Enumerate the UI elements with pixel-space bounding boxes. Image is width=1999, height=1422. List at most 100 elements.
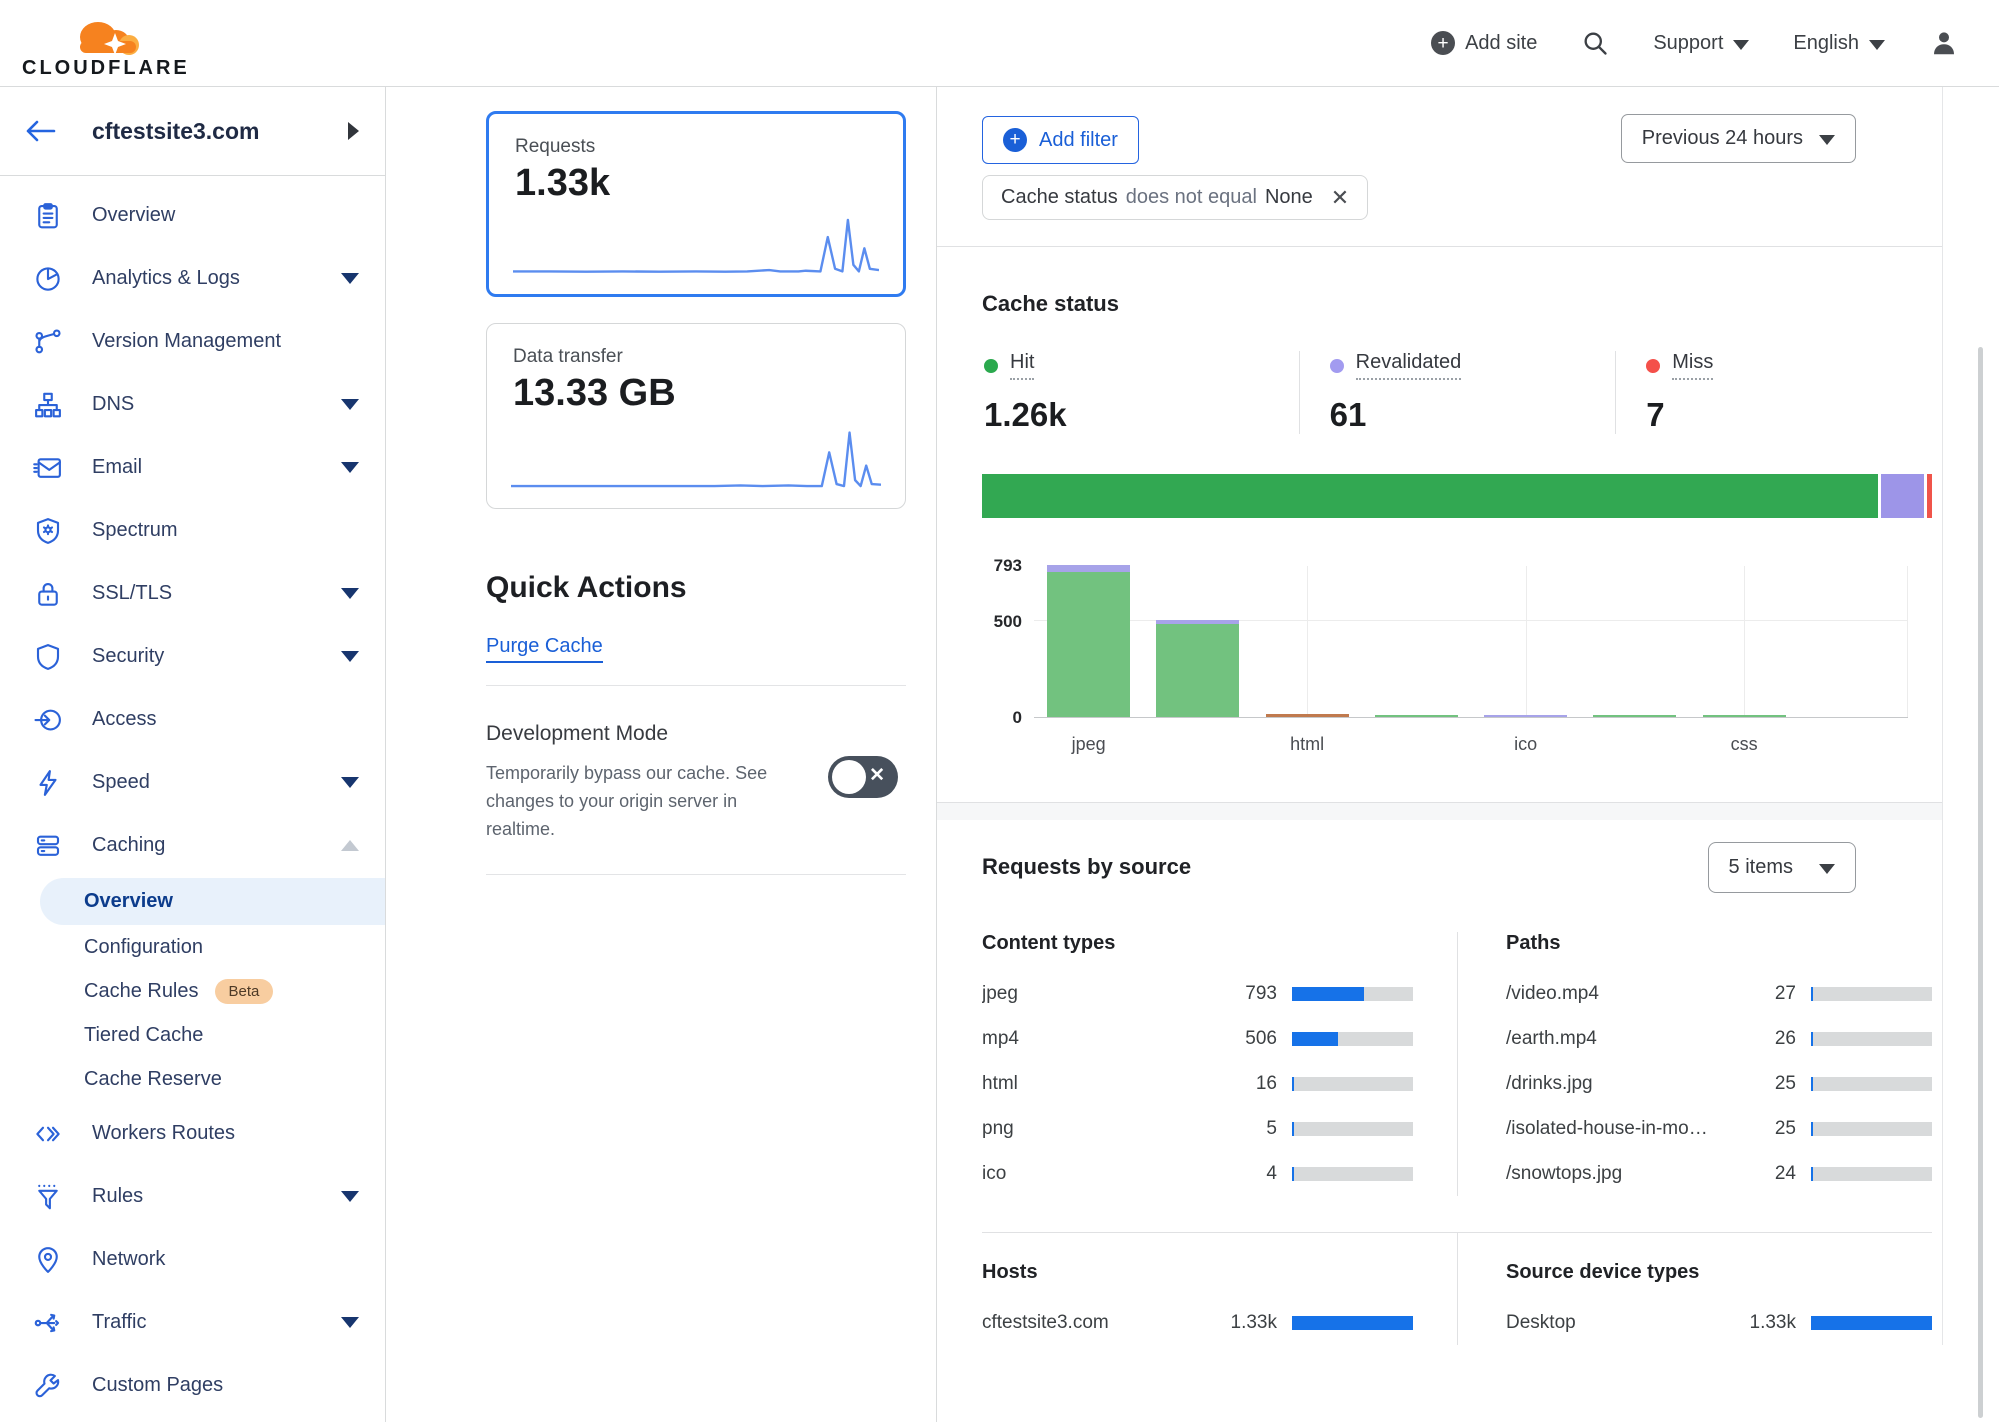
sidebar-item-version-management[interactable]: Version Management [0, 310, 385, 373]
y-axis-tick: 500 [994, 612, 1022, 632]
row-bar-fill [1292, 1077, 1294, 1091]
code-icon [32, 1118, 64, 1150]
shield-icon [32, 641, 64, 673]
cache-stat-value: 61 [1330, 396, 1616, 434]
items-count-dropdown[interactable]: 5 items [1708, 842, 1856, 893]
sidebar-subitem-configuration[interactable]: Configuration [0, 926, 385, 969]
source-table-source-device-types: Source device types Desktop1.33k [1457, 1232, 1932, 1345]
miss-legend-dot [1646, 359, 1660, 373]
sidebar-item-caching[interactable]: Caching [0, 814, 385, 877]
table-row[interactable]: html16 [982, 1061, 1413, 1106]
sidebar-item-spectrum[interactable]: Spectrum [0, 499, 385, 562]
row-label: /snowtops.jpg [1506, 1163, 1738, 1185]
bar-segment-revalidated [1156, 620, 1239, 624]
sidebar-item-label: SSL/TLS [92, 582, 341, 605]
row-bar-fill [1811, 1077, 1813, 1091]
sidebar-subitem-label: Cache Reserve [84, 1068, 222, 1091]
table-row[interactable]: /snowtops.jpg24 [1506, 1151, 1932, 1196]
site-selector[interactable]: cftestsite3.com [0, 87, 385, 176]
toggle-knob [832, 760, 866, 794]
cache-stat-label[interactable]: Revalidated [1356, 351, 1462, 380]
add-filter-button[interactable]: + Add filter [982, 116, 1139, 164]
back-arrow-icon[interactable] [24, 119, 56, 143]
chevron-right-icon[interactable] [348, 122, 359, 140]
table-row[interactable]: png5 [982, 1106, 1413, 1151]
data-transfer-sparkline [511, 426, 881, 492]
table-row[interactable]: /drinks.jpg25 [1506, 1061, 1932, 1106]
sidebar-item-dns[interactable]: DNS [0, 373, 385, 436]
sidebar-item-label: Custom Pages [92, 1374, 359, 1397]
source-table-content-types: Content typesjpeg793mp4506html16png5ico4 [982, 932, 1457, 1196]
data-transfer-metric-card[interactable]: Data transfer 13.33 GB [486, 323, 906, 509]
gridline-vertical [1307, 566, 1308, 717]
row-value: 16 [1219, 1073, 1277, 1095]
filter-operator: does not equal [1126, 186, 1257, 209]
row-bar-track [1811, 1032, 1932, 1046]
user-icon[interactable] [1929, 28, 1959, 58]
chevron-down-icon [341, 651, 359, 662]
section-gap [937, 803, 1943, 820]
filter-field: Cache status [1001, 186, 1118, 209]
sidebar-item-email[interactable]: Email [0, 436, 385, 499]
language-menu[interactable]: English [1793, 32, 1885, 55]
vertical-scrollbar[interactable] [1978, 347, 1983, 1418]
sidebar-subitem-cache-rules[interactable]: Cache RulesBeta [0, 970, 385, 1013]
development-mode-title: Development Mode [486, 722, 906, 746]
cloudflare-wordmark: CLOUDFLARE [22, 57, 190, 80]
gridline-vertical [1526, 566, 1527, 717]
dns-tree-icon [32, 389, 64, 421]
sidebar-subitem-cache-reserve[interactable]: Cache Reserve [0, 1058, 385, 1101]
sidebar-item-traffic[interactable]: Traffic [0, 1291, 385, 1354]
sidebar-item-access[interactable]: Access [0, 688, 385, 751]
sidebar-item-label: Email [92, 456, 341, 479]
sidebar-item-custom-pages[interactable]: Custom Pages [0, 1354, 385, 1417]
requests-metric-card[interactable]: Requests 1.33k [486, 111, 906, 297]
chevron-down-icon [341, 588, 359, 599]
sidebar-item-workers-routes[interactable]: Workers Routes [0, 1102, 385, 1165]
sidebar-item-label: Access [92, 708, 359, 731]
remove-filter-icon[interactable]: ✕ [1331, 185, 1349, 211]
table-row[interactable]: mp4506 [982, 1016, 1413, 1061]
table-row[interactable]: jpeg793 [982, 971, 1413, 1016]
sidebar-item-analytics-logs[interactable]: Analytics & Logs [0, 247, 385, 310]
add-site-button[interactable]: + Add site [1431, 31, 1537, 55]
row-bar-track [1292, 1316, 1413, 1330]
chevron-down-icon [341, 1317, 359, 1328]
cloudflare-logo[interactable]: CLOUDFLARE [22, 11, 190, 80]
table-row[interactable]: /earth.mp426 [1506, 1016, 1932, 1061]
gridline-vertical [1907, 566, 1908, 717]
time-range-dropdown[interactable]: Previous 24 hours [1621, 114, 1856, 163]
sidebar-item-speed[interactable]: Speed [0, 751, 385, 814]
support-menu[interactable]: Support [1653, 32, 1749, 55]
row-bar-track [1811, 987, 1932, 1001]
add-site-label: Add site [1465, 32, 1537, 55]
purge-cache-link[interactable]: Purge Cache [486, 635, 603, 663]
table-row[interactable]: Desktop1.33k [1506, 1300, 1932, 1345]
distribution-segment-miss [1927, 474, 1932, 518]
cache-stat-label[interactable]: Miss [1672, 351, 1713, 380]
sidebar-item-network[interactable]: Network [0, 1228, 385, 1291]
sidebar-item-ssl-tls[interactable]: SSL/TLS [0, 562, 385, 625]
cache-stat-label[interactable]: Hit [1010, 351, 1034, 380]
table-row[interactable]: /video.mp427 [1506, 971, 1932, 1016]
row-label: png [982, 1118, 1219, 1140]
bar-segment-hit [1593, 715, 1676, 717]
sidebar-subitem-overview[interactable]: Overview [40, 878, 385, 925]
table-row[interactable]: cftestsite3.com1.33k [982, 1300, 1413, 1345]
quick-actions-title: Quick Actions [486, 571, 906, 605]
source-table-title: Source device types [1506, 1261, 1932, 1284]
cache-stat-hit: Hit1.26k [982, 351, 1299, 434]
sidebar-subitem-tiered-cache[interactable]: Tiered Cache [0, 1014, 385, 1057]
sidebar-item-rules[interactable]: Rules [0, 1165, 385, 1228]
row-label: Desktop [1506, 1312, 1738, 1334]
sidebar-item-security[interactable]: Security [0, 625, 385, 688]
search-icon[interactable] [1581, 29, 1609, 57]
table-row[interactable]: ico4 [982, 1151, 1413, 1196]
row-bar-fill [1811, 1167, 1813, 1181]
table-row[interactable]: /isolated-house-in-mo…25 [1506, 1106, 1932, 1151]
sidebar-item-label: Caching [92, 834, 341, 857]
envelope-icon [32, 452, 64, 484]
development-mode-toggle[interactable]: ✕ [828, 756, 898, 798]
sidebar-item-label: Speed [92, 771, 341, 794]
sidebar-item-overview[interactable]: Overview [0, 184, 385, 247]
